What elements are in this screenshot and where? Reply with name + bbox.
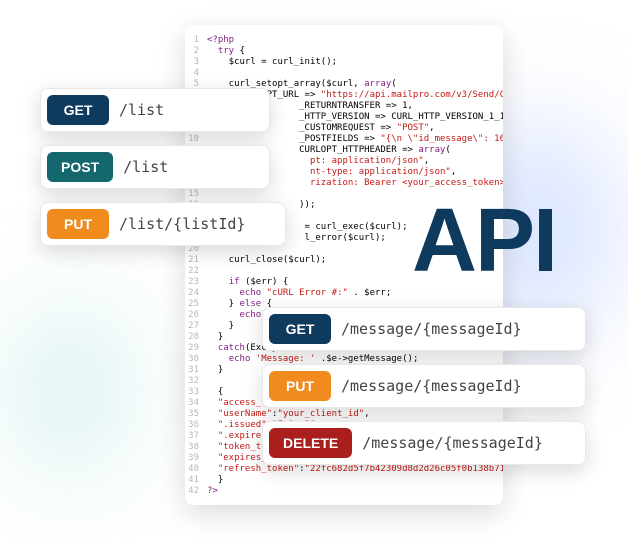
line-number: 25 <box>185 299 207 310</box>
line-number: 1 <box>185 35 207 46</box>
endpoint-pill-get-list[interactable]: GET /list <box>40 88 270 132</box>
line-number: 32 <box>185 376 207 387</box>
line-number: 35 <box>185 409 207 420</box>
endpoint-path: /list <box>119 146 184 188</box>
code-content: "userName":"your_client_id", <box>207 409 503 420</box>
endpoint-pill-delete-message[interactable]: DELETE /message/{messageId} <box>262 421 586 465</box>
endpoint-pill-post-list[interactable]: POST /list <box>40 145 270 189</box>
line-number: 23 <box>185 277 207 288</box>
code-content: ?> <box>207 486 503 497</box>
endpoint-pill-get-message[interactable]: GET /message/{messageId} <box>262 307 586 351</box>
line-number: 27 <box>185 321 207 332</box>
code-line: 4 <box>185 68 503 79</box>
line-number: 29 <box>185 343 207 354</box>
http-verb-badge: POST <box>47 152 113 182</box>
code-content: } <box>207 475 503 486</box>
line-number: 3 <box>185 57 207 68</box>
endpoint-pill-put-message[interactable]: PUT /message/{messageId} <box>262 364 586 408</box>
endpoint-pill-put-list[interactable]: PUT /list/{listId} <box>40 202 286 246</box>
line-number: 37 <box>185 431 207 442</box>
line-number: 33 <box>185 387 207 398</box>
code-content: $curl = curl_init(); <box>207 57 503 68</box>
code-line: 2 try { <box>185 46 503 57</box>
line-number: 41 <box>185 475 207 486</box>
code-content: "refresh_token":"22fc682d5f7b42309d8d2d2… <box>207 464 503 475</box>
code-content: _POSTFIELDS => "{\n \"id_message\": 1671… <box>207 134 503 145</box>
line-number: 31 <box>185 365 207 376</box>
line-number: 10 <box>185 134 207 145</box>
line-number: 38 <box>185 442 207 453</box>
line-number: 4 <box>185 68 207 79</box>
line-number: 36 <box>185 420 207 431</box>
http-verb-badge: PUT <box>269 371 331 401</box>
line-number: 34 <box>185 398 207 409</box>
line-number: 42 <box>185 486 207 497</box>
line-number: 40 <box>185 464 207 475</box>
endpoint-path: /message/{messageId} <box>337 308 538 350</box>
line-number: 26 <box>185 310 207 321</box>
code-line: 35 "userName":"your_client_id", <box>185 409 503 420</box>
line-number: 21 <box>185 255 207 266</box>
code-content: <?php <box>207 35 503 46</box>
line-number: 28 <box>185 332 207 343</box>
line-number: 39 <box>185 453 207 464</box>
line-number: 30 <box>185 354 207 365</box>
endpoint-path: /message/{messageId} <box>337 365 538 407</box>
line-number: 2 <box>185 46 207 57</box>
code-content: try { <box>207 46 503 57</box>
http-verb-badge: DELETE <box>269 428 352 458</box>
code-line: 1<?php <box>185 35 503 46</box>
code-line: 40 "refresh_token":"22fc682d5f7b42309d8d… <box>185 464 503 475</box>
api-heading: API <box>412 190 556 293</box>
endpoint-path: /list <box>115 89 180 131</box>
line-number: 15 <box>185 189 207 200</box>
http-verb-badge: GET <box>47 95 109 125</box>
code-line: 3 $curl = curl_init(); <box>185 57 503 68</box>
code-line: 42?> <box>185 486 503 497</box>
endpoint-path: /message/{messageId} <box>358 422 559 464</box>
code-line: 10 _POSTFIELDS => "{\n \"id_message\": 1… <box>185 134 503 145</box>
code-content <box>207 68 503 79</box>
http-verb-badge: GET <box>269 314 331 344</box>
code-line: 41 } <box>185 475 503 486</box>
http-verb-badge: PUT <box>47 209 109 239</box>
bg-glow-teal <box>10 300 130 480</box>
line-number: 24 <box>185 288 207 299</box>
endpoint-path: /list/{listId} <box>115 203 261 245</box>
line-number: 22 <box>185 266 207 277</box>
